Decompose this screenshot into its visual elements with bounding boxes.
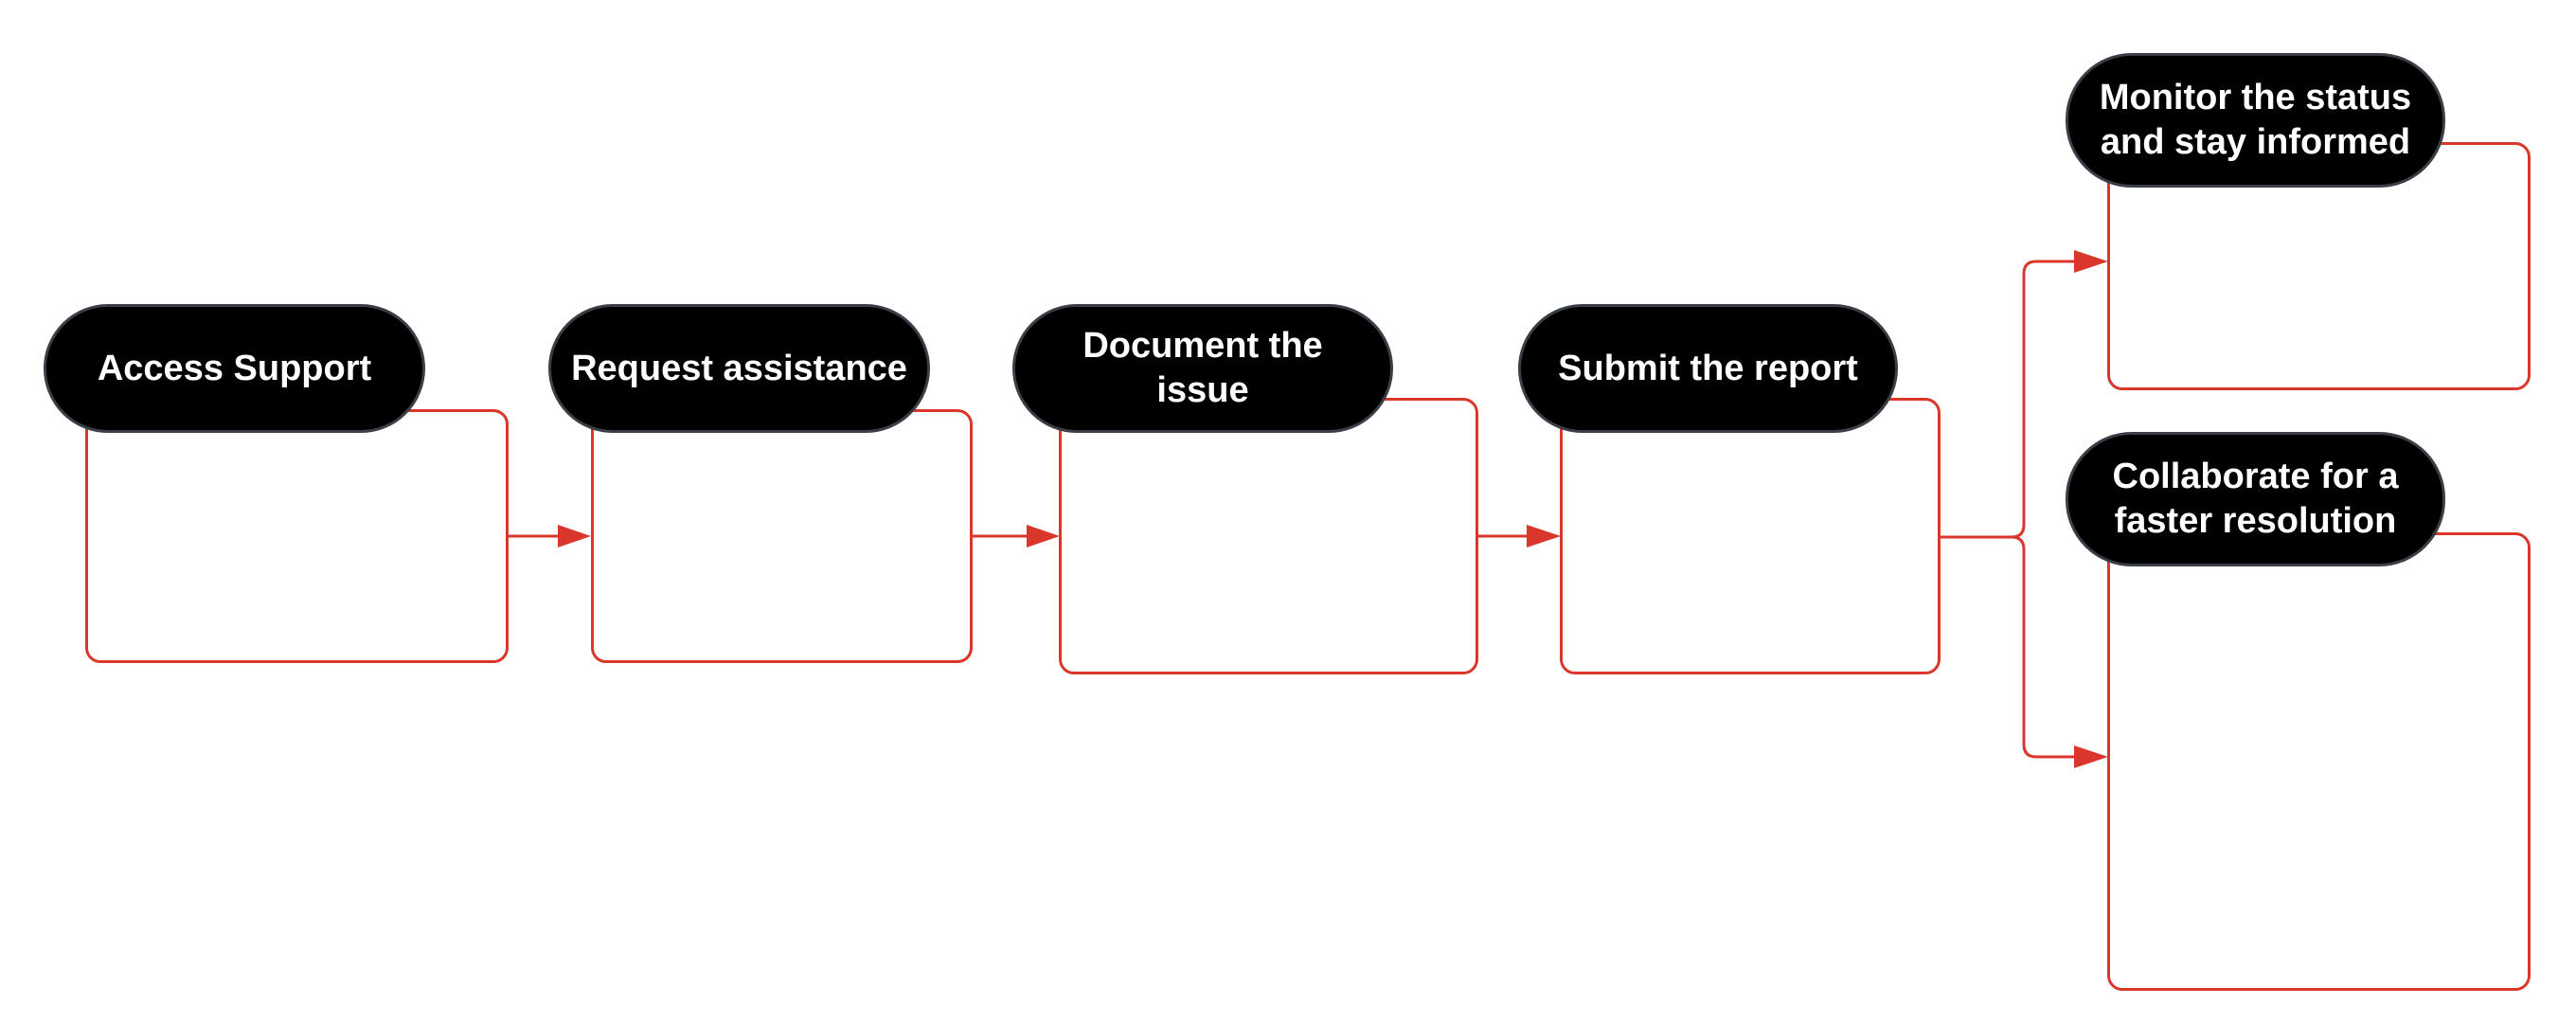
step-title-text: Monitor the status and stay informed <box>2099 78 2412 162</box>
arrowhead-icon <box>1527 525 1561 547</box>
step-title-text: Collaborate for a faster resolution <box>2112 457 2399 541</box>
step-title-collaborate: Collaborate for a faster resolution <box>2066 432 2445 566</box>
arrowhead-icon <box>1027 525 1060 547</box>
step-title-text: Document the issue <box>1082 326 1323 410</box>
arrowhead-icon <box>558 525 591 547</box>
step-title-access-support: Access Support <box>44 304 425 433</box>
step-box-access-support <box>85 409 509 663</box>
step-title-text: Access Support <box>97 348 372 388</box>
step-title-text: Request assistance <box>571 348 907 388</box>
step-title-text: Submit the report <box>1558 348 1858 388</box>
step-title-request-assistance: Request assistance <box>548 304 930 433</box>
step-title-submit-report: Submit the report <box>1518 304 1898 433</box>
step-title-monitor-status: Monitor the status and stay informed <box>2066 53 2445 188</box>
arrowhead-icon <box>2074 745 2108 768</box>
step-box-request-assistance <box>591 409 973 663</box>
step-box-collaborate <box>2107 532 2531 991</box>
step-title-document-issue: Document the issue <box>1012 304 1393 433</box>
branch-connector <box>1940 260 2076 759</box>
step-box-submit-report <box>1560 398 1941 674</box>
step-box-document-issue <box>1059 398 1478 674</box>
arrowhead-icon <box>2074 250 2108 273</box>
